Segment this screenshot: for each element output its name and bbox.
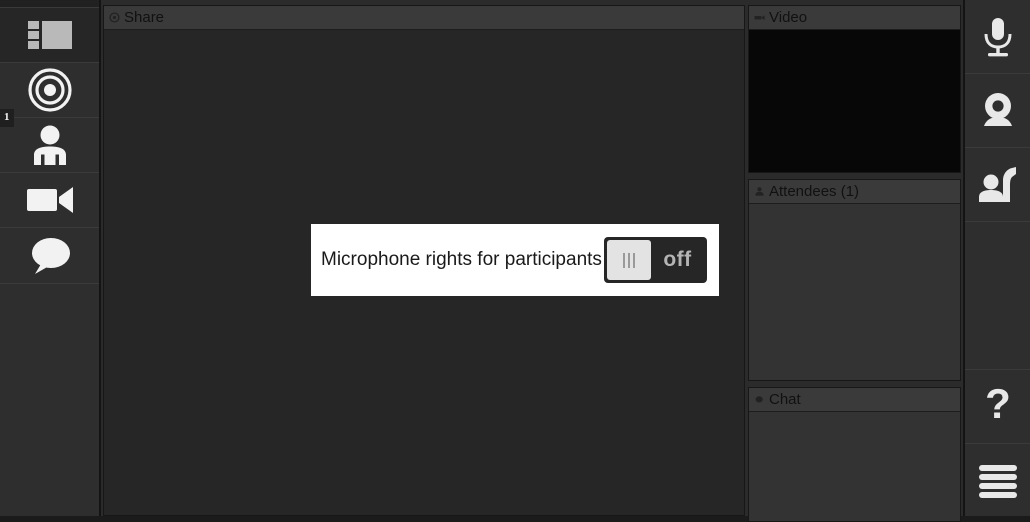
conference-app-window: 1 Share Video Attendees (1) Chat ? Micro… bbox=[0, 0, 1030, 522]
svg-text:?: ? bbox=[985, 384, 1011, 427]
attendees-panel: Attendees (1) bbox=[748, 179, 961, 381]
left-sidebar: 1 bbox=[0, 0, 101, 516]
record-target-icon bbox=[27, 68, 72, 112]
toolbar-button-help[interactable]: ? bbox=[965, 370, 1030, 444]
toolbar-button-raise-hand[interactable] bbox=[965, 148, 1030, 222]
sidebar-item-video[interactable] bbox=[0, 173, 99, 228]
microphone-icon bbox=[978, 15, 1018, 59]
layout-icon bbox=[27, 19, 72, 51]
attendees-panel-body bbox=[749, 204, 960, 380]
share-panel-title: Share bbox=[124, 9, 165, 26]
circle-dot-icon bbox=[109, 12, 120, 23]
microphone-rights-toggle[interactable]: off bbox=[604, 237, 707, 283]
question-mark-icon: ? bbox=[981, 384, 1015, 430]
sidebar-top-strip bbox=[0, 0, 99, 8]
chat-bubble-icon bbox=[27, 236, 73, 276]
webcam-small-icon bbox=[754, 12, 765, 23]
sidebar-divider bbox=[0, 283, 99, 284]
chat-panel-body bbox=[749, 412, 960, 521]
toggle-state-label: off bbox=[663, 248, 692, 271]
attendees-panel-header[interactable]: Attendees (1) bbox=[749, 180, 960, 204]
chat-panel: Chat bbox=[748, 387, 961, 522]
video-panel: Video bbox=[748, 5, 961, 173]
grip-lines-icon[interactable] bbox=[607, 240, 651, 280]
video-panel-title: Video bbox=[769, 9, 808, 26]
sidebar-item-record[interactable] bbox=[0, 63, 99, 118]
toolbar-button-menu[interactable] bbox=[965, 444, 1030, 518]
dialog-message: Microphone rights for participants bbox=[321, 248, 602, 270]
toolbar-button-webcam[interactable] bbox=[965, 74, 1030, 148]
toolbar-button-microphone[interactable] bbox=[965, 0, 1030, 74]
sidebar-item-layout[interactable] bbox=[0, 8, 99, 63]
sidebar-item-attendees[interactable]: 1 bbox=[0, 109, 99, 173]
camcorder-icon bbox=[26, 185, 73, 215]
attendees-panel-title: Attendees (1) bbox=[769, 183, 860, 200]
toolbar-spacer bbox=[965, 222, 1030, 370]
share-panel-header[interactable]: Share bbox=[104, 6, 744, 30]
chat-panel-header[interactable]: Chat bbox=[749, 388, 960, 412]
person-icon bbox=[28, 123, 72, 167]
right-toolbar: ? bbox=[963, 0, 1030, 516]
person-small-icon bbox=[754, 186, 765, 197]
video-panel-body bbox=[749, 30, 960, 172]
microphone-rights-dialog: Microphone rights for participants off bbox=[311, 224, 719, 296]
chat-panel-title: Chat bbox=[769, 391, 801, 408]
hamburger-menu-icon bbox=[978, 464, 1017, 498]
sidebar-item-chat[interactable] bbox=[0, 228, 99, 283]
right-panel-stack: Video Attendees (1) Chat bbox=[748, 5, 961, 522]
webcam-icon bbox=[976, 89, 1020, 133]
dot-icon bbox=[754, 394, 765, 405]
raise-hand-icon bbox=[976, 165, 1020, 205]
video-panel-header[interactable]: Video bbox=[749, 6, 960, 30]
attendees-badge: 1 bbox=[0, 109, 14, 127]
